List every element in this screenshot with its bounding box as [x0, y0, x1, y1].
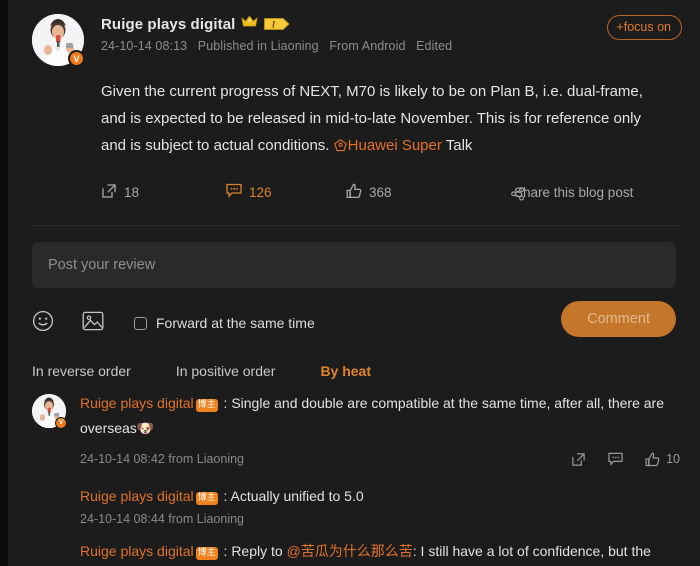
post-card: V Ruige plays digital I 24-10-14 08:13 P… [8, 0, 700, 226]
reply-text-line: Ruige plays digital 博主 : Reply to @苦瓜为什么那… [80, 539, 680, 566]
review-toolbar: Forward at the same time Comment [32, 301, 676, 341]
post-share-count: 18 [124, 184, 140, 200]
reply-prefix: Reply to [231, 543, 287, 559]
image-icon[interactable] [82, 311, 104, 336]
plus-icon: + [616, 19, 624, 34]
sort-tab-reverse[interactable]: In reverse order [32, 363, 131, 379]
comment-footer: 24-10-14 08:42 from Liaoning 10 [80, 448, 680, 470]
comment-separator: : [219, 395, 232, 411]
blogger-badge: 博主 [195, 399, 218, 412]
post-topic-link[interactable]: Huawei Super [348, 137, 442, 154]
post-header: V Ruige plays digital I 24-10-14 08:13 P… [32, 14, 680, 67]
comment-share-action[interactable] [571, 452, 586, 467]
focus-on-button[interactable]: +focus on [607, 15, 682, 40]
blogger-badge: 博主 [195, 547, 218, 560]
crown-icon [241, 15, 259, 33]
reply-mention[interactable]: @苦瓜为什么那么苦 [287, 543, 413, 559]
weibo-post-page: V Ruige plays digital I 24-10-14 08:13 P… [0, 0, 700, 566]
review-input[interactable] [32, 242, 676, 288]
post-body: Given the current progress of NEXT, M70 … [101, 78, 680, 161]
verified-badge: V [68, 50, 85, 67]
post-like-count: 368 [369, 184, 392, 200]
post-edited-flag: Edited [416, 39, 453, 53]
dog-face-emoji: 🐶 [136, 421, 155, 437]
reply-item: Ruige plays digital 博主 : Reply to @苦瓜为什么那… [80, 539, 680, 566]
sort-tab-by-heat[interactable]: By heat [320, 363, 371, 379]
author-name[interactable]: Ruige plays digital [101, 16, 235, 33]
left-gutter [0, 0, 8, 566]
comment-verified-badge: V [55, 417, 67, 429]
svg-text:I: I [271, 20, 276, 30]
reply-separator: : [219, 543, 232, 559]
reply-text: Actually unified to 5.0 [230, 488, 364, 504]
post-source: From Android [329, 39, 406, 53]
comment-submit-button[interactable]: Comment [561, 301, 676, 337]
comment-like-action[interactable]: 10 [645, 452, 680, 467]
post-header-text: Ruige plays digital I 24-10-14 08:13 Pub… [101, 14, 680, 54]
share-blog-post-action[interactable]: Share this blog post [511, 184, 634, 201]
review-composer: Forward at the same time Comment [8, 226, 700, 341]
comment-avatar-wrap[interactable]: V [32, 394, 67, 429]
reply-item: Ruige plays digital 博主 : Actually unified… [80, 484, 680, 526]
forward-checkbox[interactable] [134, 316, 147, 330]
comment-list: V Ruige plays digital 博主 : Single and dou… [8, 391, 700, 566]
post-like-action[interactable]: 368 [346, 183, 486, 202]
comment-like-count: 10 [666, 452, 680, 466]
topic-icon [333, 134, 347, 161]
thumbs-up-icon [346, 183, 362, 202]
comment-reply-action[interactable] [608, 452, 623, 466]
focus-on-label: focus on [623, 20, 671, 34]
reply-list: Ruige plays digital 博主 : Actually unified… [80, 484, 680, 566]
reply-timestamp: 24-10-14 08:44 from Liaoning [80, 512, 245, 526]
level-badge: I [264, 17, 291, 31]
page-content: V Ruige plays digital I 24-10-14 08:13 P… [8, 0, 700, 566]
reply-text-line: Ruige plays digital 博主 : Actually unified… [80, 484, 680, 509]
comment-text-line: Ruige plays digital 博主 : Single and doubl… [80, 391, 680, 442]
reply-author[interactable]: Ruige plays digital [80, 488, 194, 504]
comment-sort-tabs: In reverse order In positive order By he… [32, 363, 700, 379]
post-divider [32, 225, 680, 226]
comment-bubble-icon [226, 183, 242, 201]
reply-author[interactable]: Ruige plays digital [80, 543, 194, 559]
comment-timestamp: 24-10-14 08:42 from Liaoning [80, 452, 245, 466]
post-location: Published in Liaoning [197, 39, 319, 53]
share-blog-post-label: Share this blog post [514, 184, 634, 200]
external-link-icon [101, 183, 117, 202]
post-action-bar: 18 126 368 Share this blog post [101, 175, 680, 209]
comment-action-bar: 10 [571, 452, 680, 467]
comment-author[interactable]: Ruige plays digital [80, 395, 194, 411]
forward-label: Forward at the same time [156, 315, 315, 331]
post-topic-suffix: Talk [441, 137, 473, 154]
reply-separator: : [219, 488, 231, 504]
post-comment-action[interactable]: 126 [226, 183, 346, 201]
comment-body: Ruige plays digital 博主 : Single and doubl… [80, 391, 680, 566]
share-nodes-icon [511, 186, 525, 204]
post-share-action[interactable]: 18 [101, 183, 226, 202]
author-avatar-wrap[interactable]: V [32, 14, 85, 67]
author-row: Ruige plays digital I [101, 15, 680, 33]
sort-tab-positive[interactable]: In positive order [176, 363, 276, 379]
comment-item: V Ruige plays digital 博主 : Single and dou… [32, 391, 680, 566]
forward-checkbox-row[interactable]: Forward at the same time [134, 315, 315, 331]
emoji-icon[interactable] [32, 310, 54, 337]
post-timestamp: 24-10-14 08:13 [101, 39, 188, 53]
post-meta: 24-10-14 08:13 Published in Liaoning Fro… [101, 39, 680, 53]
post-comment-count: 126 [249, 184, 272, 200]
blogger-badge: 博主 [195, 492, 218, 505]
